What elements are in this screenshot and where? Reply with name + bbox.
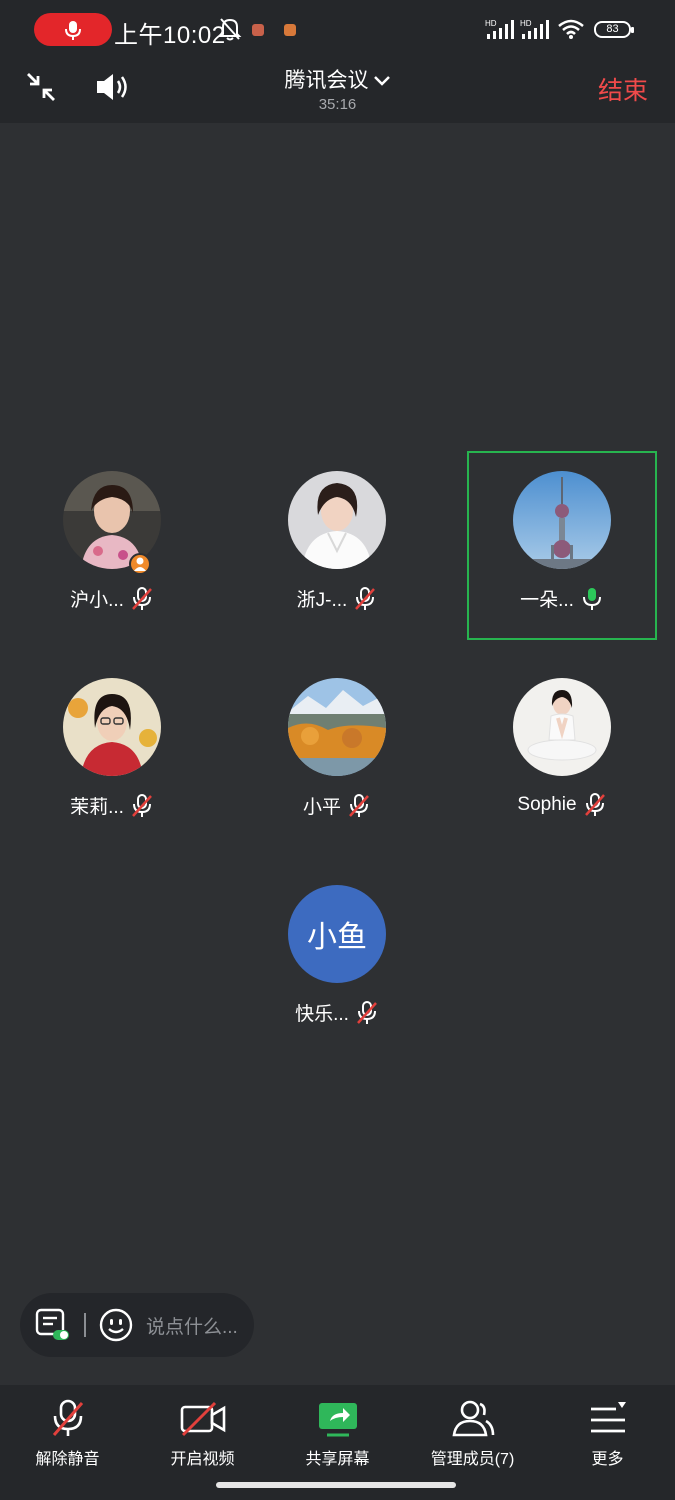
mic-muted-icon [355,586,376,610]
avatar: 小鱼 [288,885,386,983]
participant-name-row: 小平 [252,792,422,819]
chat-bar[interactable]: 说点什么... [20,1293,254,1357]
app-notification-icon [252,24,264,36]
mic-muted-icon [356,1000,377,1024]
tool-label: 开启视频 [170,1451,235,1468]
meeting-title[interactable]: 腾讯会议 [0,64,675,94]
subtitles-icon[interactable] [35,1308,71,1342]
more-menu-icon [590,1402,626,1433]
app-notification-icon [284,24,296,36]
start-video-button[interactable]: 开启视频 [135,1385,270,1480]
tool-label: 更多 [591,1451,624,1468]
tool-label: 共享屏幕 [305,1451,370,1468]
avatar [288,471,386,569]
avatar [288,678,386,776]
mic-muted-icon [131,586,152,610]
bell-off-icon [218,18,242,41]
participant-name-row: 快乐... [252,999,422,1026]
share-screen-button[interactable]: 共享屏幕 [270,1385,405,1480]
participant-name: 快乐... [295,1004,349,1025]
share-screen-icon [318,1403,357,1437]
tool-label: 管理成员(7) [430,1451,515,1468]
participant-name-row: Sophie [477,792,647,818]
avatar [63,678,161,776]
participant-name-row: 茉莉... [27,792,197,819]
status-time: 上午10:02 [114,22,226,49]
participant-name: 茉莉... [70,797,124,818]
mic-muted-icon [131,793,152,817]
mic-muted-icon [584,793,605,816]
participant-name: 浙J-... [296,590,348,611]
participant-name-row: 沪小... [27,585,197,612]
participant-name: 一朵... [520,590,574,611]
signal-hd-label: HD [485,19,497,28]
mic-muted-icon [52,1399,83,1436]
meeting-title-text: 腾讯会议 [284,69,369,92]
members-icon [452,1400,494,1437]
participant-name: 沪小... [70,590,124,611]
status-bar: 上午10:02 HD HD 83 [0,0,675,60]
chevron-down-icon [373,76,390,87]
tool-label: 解除静音 [35,1451,100,1468]
host-badge-icon [129,553,151,575]
chat-input[interactable]: 说点什么... [146,1312,246,1339]
more-button[interactable]: 更多 [540,1385,675,1480]
mic-active-icon [582,587,601,610]
recording-mic-pill[interactable] [34,13,112,46]
end-meeting-button[interactable]: 结束 [598,71,648,107]
meeting-header: 腾讯会议 35:16 结束 [0,60,675,123]
battery-indicator: 83 [594,21,634,38]
signal-icon: HD [485,19,514,39]
home-indicator[interactable] [216,1482,456,1488]
avatar [513,678,611,776]
avatar [513,471,611,569]
mic-muted-icon [349,793,369,817]
participant-name-row: 浙J-... [252,585,422,612]
mic-icon [65,21,81,40]
unmute-button[interactable]: 解除静音 [0,1385,135,1480]
meeting-duration: 35:16 [318,96,357,113]
participant-name: Sophie [517,794,577,815]
signal-icon: HD [520,19,549,39]
participant-name-row: 一朵... [477,585,647,612]
manage-members-button[interactable]: 管理成员(7) [405,1385,540,1480]
divider [84,1313,86,1337]
camera-off-icon [180,1401,225,1437]
signal-hd-label: HD [520,19,532,28]
emoji-icon[interactable] [99,1308,133,1342]
participant-name: 小平 [302,797,341,818]
wifi-icon [558,19,584,39]
